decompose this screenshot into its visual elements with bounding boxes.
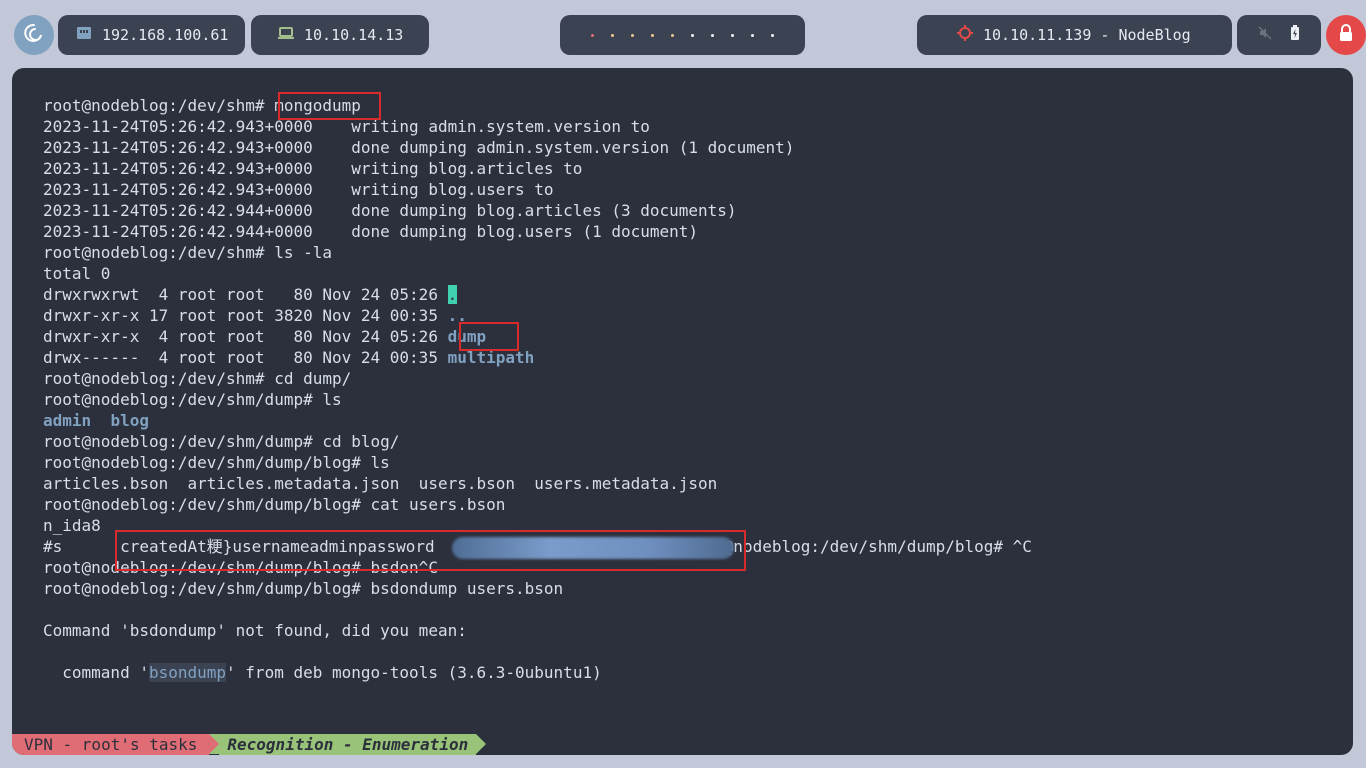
terminal-text: 2023-11-24T05:26:42.943+0000 done dumpin… <box>43 138 795 157</box>
tmux-window-label[interactable]: Recognition - Enumeration <box>219 734 477 755</box>
os-logo[interactable] <box>14 15 54 55</box>
top-panel: 192.168.100.61 10.10.14.13 10.10.11.139 … <box>0 0 1366 68</box>
workspace-indicator[interactable] <box>560 15 805 55</box>
terminal-text: root@nodeblog:/dev/shm/dump# ls <box>43 390 342 409</box>
terminal-line: drwxrwxrwt 4 root root 80 Nov 24 05:26 . <box>43 284 1032 305</box>
workspace-dot[interactable] <box>591 33 594 37</box>
terminal-text: root@nodeblog:/dev/shm/dump/blog# bsdond… <box>43 579 564 598</box>
highlight-dump-dir <box>459 322 519 351</box>
terminal-line: root@nodeblog:/dev/shm/dump/blog# cat us… <box>43 494 1032 515</box>
terminal-text: drwx------ 4 root root 80 Nov 24 00:35 <box>43 348 448 367</box>
terminal-line: 2023-11-24T05:26:42.944+0000 done dumpin… <box>43 221 1032 242</box>
terminal-text: blog <box>110 411 149 430</box>
terminal-text: admin <box>43 411 92 430</box>
workspace-dot[interactable] <box>651 33 654 37</box>
terminal-line: 2023-11-24T05:26:42.944+0000 done dumpin… <box>43 200 1032 221</box>
terminal-line: 2023-11-24T05:26:42.943+0000 writing blo… <box>43 179 1032 200</box>
terminal-line: root@nodeblog:/dev/shm/dump/blog# ls <box>43 452 1032 473</box>
terminal-text: drwxr-xr-x 4 root root 80 Nov 24 05:26 <box>43 327 448 346</box>
terminal-text: articles.bson articles.metadata.json use… <box>43 474 718 493</box>
terminal-text: root@nodeblog:/dev/shm# ls -la <box>43 243 332 262</box>
terminal-line: articles.bson articles.metadata.json use… <box>43 473 1032 494</box>
terminal-window[interactable]: root@nodeblog:/dev/shm# mongodump 2023-11… <box>12 68 1353 755</box>
terminal-text: bsondump <box>148 663 227 682</box>
terminal-text: total 0 <box>43 264 111 283</box>
volume-muted-icon[interactable] <box>1258 26 1272 44</box>
terminal-line: 2023-11-24T05:26:42.943+0000 writing blo… <box>43 158 1032 179</box>
workspace-dot[interactable] <box>771 33 774 37</box>
terminal-text: 2023-11-24T05:26:42.943+0000 writing blo… <box>43 180 554 199</box>
terminal-line: root@nodeblog:/dev/shm/dump# cd blog/ <box>43 431 1032 452</box>
terminal-line: Command 'bsdondump' not found, did you m… <box>43 620 1032 641</box>
vpn-ip-widget[interactable]: 10.10.14.13 <box>251 15 429 55</box>
terminal-text: 2023-11-24T05:26:42.944+0000 done dumpin… <box>43 201 737 220</box>
terminal-text: root@nodeblog:/dev/shm# cd dump/ <box>43 369 352 388</box>
terminal-line: command 'bsondump' from deb mongo-tools … <box>43 662 1032 683</box>
tmux-status-bar: VPN - root's tasks Recognition - Enumera… <box>12 734 1353 755</box>
laptop-icon <box>278 26 294 44</box>
terminal-line: total 0 <box>43 263 1032 284</box>
workspace-dot[interactable] <box>671 33 674 37</box>
terminal-line: root@nodeblog:/dev/shm# mongodump <box>43 95 1032 116</box>
lock-icon <box>1338 24 1354 46</box>
terminal-text: root@nodeblog:/dev/shm# <box>43 96 275 115</box>
target-widget[interactable]: 10.10.11.139 - NodeBlog <box>917 15 1232 55</box>
highlight-credentials <box>115 530 746 571</box>
battery-icon[interactable] <box>1290 25 1300 45</box>
terminal-text: command ' <box>43 663 149 682</box>
workspace-dot[interactable] <box>611 33 614 37</box>
local-ip-widget[interactable]: 192.168.100.61 <box>58 15 245 55</box>
terminal-text: drwxrwxrwt 4 root root 80 Nov 24 05:26 <box>43 285 448 304</box>
network-card-icon <box>76 26 92 44</box>
system-tray <box>1237 15 1321 55</box>
lock-screen-button[interactable] <box>1326 15 1366 55</box>
terminal-line: root@nodeblog:/dev/shm/dump# ls <box>43 389 1032 410</box>
local-ip-label: 192.168.100.61 <box>102 26 229 44</box>
terminal-output: root@nodeblog:/dev/shm# mongodump 2023-11… <box>43 95 1032 683</box>
terminal-text: 2023-11-24T05:26:42.944+0000 done dumpin… <box>43 222 699 241</box>
terminal-line: 2023-11-24T05:26:42.943+0000 done dumpin… <box>43 137 1032 158</box>
workspace-dot[interactable] <box>691 33 694 37</box>
vpn-ip-label: 10.10.14.13 <box>304 26 404 44</box>
crosshair-icon <box>957 25 973 45</box>
terminal-text: 2023-11-24T05:26:42.943+0000 writing blo… <box>43 159 583 178</box>
debian-swirl-icon <box>23 22 45 48</box>
tmux-session-label[interactable]: VPN - root's tasks <box>12 734 210 755</box>
status-separator-end <box>476 734 487 754</box>
terminal-line: drwxr-xr-x 4 root root 80 Nov 24 05:26 d… <box>43 326 1032 347</box>
terminal-text: Command 'bsdondump' not found, did you m… <box>43 621 467 640</box>
terminal-text: n_ida8 <box>43 516 101 535</box>
terminal-line: root@nodeblog:/dev/shm/dump/blog# bsdond… <box>43 578 1032 599</box>
terminal-text: root@nodeblog:/dev/shm/dump# cd blog/ <box>43 432 400 451</box>
terminal-line: root@nodeblog:/dev/shm# cd dump/ <box>43 368 1032 389</box>
workspace-dot[interactable] <box>751 33 754 37</box>
terminal-text: root@nodeblog:/dev/shm/dump/blog# ls <box>43 453 390 472</box>
workspace-dot[interactable] <box>631 33 634 37</box>
target-label: 10.10.11.139 - NodeBlog <box>983 26 1191 44</box>
terminal-text: root@nodeblog:/dev/shm/dump/blog# cat us… <box>43 495 506 514</box>
terminal-text: ' from deb mongo-tools (3.6.3-0ubuntu1) <box>226 663 602 682</box>
terminal-text: drwxr-xr-x 17 root root 3820 Nov 24 00:3… <box>43 306 448 325</box>
terminal-line: drwxr-xr-x 17 root root 3820 Nov 24 00:3… <box>43 305 1032 326</box>
highlight-mongodump <box>278 92 381 120</box>
workspace-dot[interactable] <box>731 33 734 37</box>
workspace-dot[interactable] <box>711 33 714 37</box>
terminal-line: root@nodeblog:/dev/shm# ls -la <box>43 242 1032 263</box>
workspace-dots <box>560 33 805 37</box>
terminal-line: drwx------ 4 root root 80 Nov 24 00:35 m… <box>43 347 1032 368</box>
status-separator <box>209 734 220 754</box>
terminal-line: admin blog <box>43 410 1032 431</box>
terminal-line: 2023-11-24T05:26:42.943+0000 writing adm… <box>43 116 1032 137</box>
terminal-text: . <box>447 285 458 304</box>
